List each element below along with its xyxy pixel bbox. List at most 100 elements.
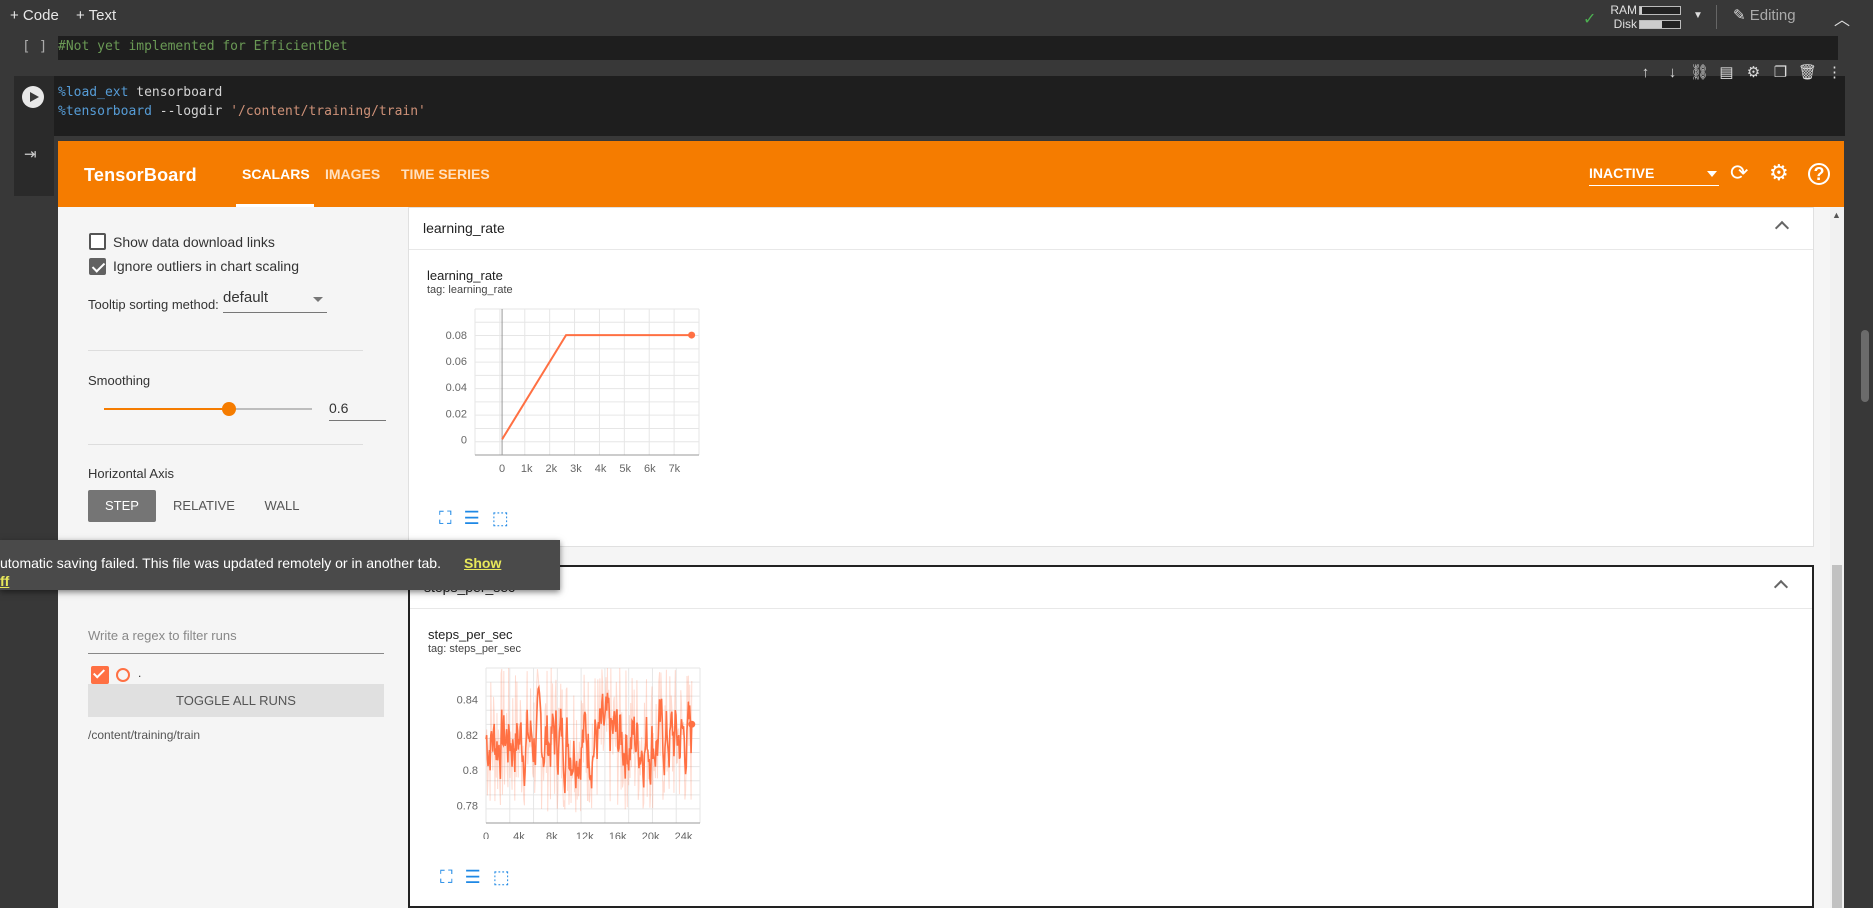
fullscreen-icon[interactable]: ⛶ <box>439 508 452 529</box>
card-header[interactable]: steps_per_sec <box>410 567 1812 609</box>
axis-wall-button[interactable]: WALL <box>252 490 312 522</box>
learning-rate-chart[interactable]: 0 1k 2k 3k 4k 5k 6k 7k 0 0.02 0.04 0.06 0.08 <box>423 300 713 480</box>
gear-icon[interactable]: ⚙ <box>1740 60 1767 86</box>
run-color-picker[interactable] <box>116 668 130 682</box>
fit-domain-icon[interactable]: ⬚ <box>493 867 510 888</box>
more-vert-icon[interactable]: ⋮ <box>1821 60 1848 86</box>
tensorboard-title: TensorBoard <box>84 165 197 185</box>
chart-tag: tag: learning_rate <box>427 284 513 296</box>
x-tick-label: 12k <box>576 831 594 839</box>
tab-time-series[interactable]: TIME SERIES <box>401 166 490 182</box>
code-cell-1[interactable]: [ ] #Not yet implemented for EfficientDe… <box>0 34 1873 64</box>
chart-actions: ⛶ ☰ ⬚ <box>439 508 509 529</box>
tab-images[interactable]: IMAGES <box>325 166 380 182</box>
smoothing-label: Smoothing <box>88 373 151 388</box>
y-tick-label: 0.8 <box>463 765 478 777</box>
plugin-select[interactable]: INACTIVE <box>1589 165 1719 186</box>
y-tick-label: 0.78 <box>457 800 478 812</box>
chart-title: steps_per_sec <box>428 627 513 642</box>
learning-rate-series-line <box>501 334 692 440</box>
run-checkbox[interactable] <box>91 666 109 684</box>
add-code-button[interactable]: + Code <box>10 7 59 24</box>
disk-label: Disk <box>1613 17 1637 31</box>
fullscreen-icon[interactable]: ⛶ <box>440 867 453 888</box>
cell-2-code[interactable]: %load_ext tensorboard %tensorboard --log… <box>54 76 1845 136</box>
x-tick-label: 3k <box>570 463 582 475</box>
fit-domain-icon[interactable]: ⬚ <box>492 508 509 529</box>
help-icon[interactable]: ? <box>1808 163 1830 185</box>
run-regex-input[interactable]: Write a regex to filter runs <box>88 627 384 654</box>
run-path: /content/training/train <box>88 728 201 742</box>
tooltip-sorting-value: default <box>223 289 269 306</box>
disk-bar <box>1639 20 1681 29</box>
comment-icon[interactable]: ▤ <box>1713 60 1740 86</box>
tooltip-sorting-label: Tooltip sorting method: <box>88 297 219 312</box>
y-tick-label: 0.04 <box>446 382 467 394</box>
move-down-icon[interactable]: ↓ <box>1659 60 1686 86</box>
show-download-links-checkbox[interactable] <box>89 233 106 250</box>
autosave-error-toast: utomatic saving failed. This file was up… <box>0 540 560 590</box>
plugin-select-value: INACTIVE <box>1589 165 1655 181</box>
x-tick-label: 16k <box>609 831 627 839</box>
smoothing-slider-handle[interactable] <box>222 402 236 416</box>
list-icon[interactable]: ☰ <box>465 867 481 888</box>
code-text: tensorboard <box>128 85 223 100</box>
chevron-down-icon[interactable]: ▼ <box>1693 10 1703 21</box>
delete-icon[interactable]: 🗑 <box>1794 60 1821 86</box>
chevron-up-icon[interactable] <box>1773 579 1789 595</box>
x-tick-label: 6k <box>644 463 656 475</box>
add-text-button[interactable]: + Text <box>76 7 116 24</box>
x-tick-label: 7k <box>669 463 681 475</box>
reload-icon[interactable]: ⟳ <box>1730 160 1748 186</box>
card-header-title: learning_rate <box>423 220 505 236</box>
x-tick-label: 0 <box>499 463 505 475</box>
y-tick-label: 0.02 <box>446 408 467 420</box>
x-tick-label: 2k <box>545 463 557 475</box>
colab-toolbar: + Code + Text ✓ RAM Disk ▼ ✎ Editing ︿ <box>0 0 1873 34</box>
toast-extra-link[interactable]: ff <box>0 573 9 589</box>
check-icon: ✓ <box>1583 11 1597 28</box>
x-tick-label: 4k <box>595 463 607 475</box>
link-icon[interactable]: ⛓ <box>1686 60 1713 86</box>
resource-monitor[interactable]: ✓ RAM Disk ▼ <box>1583 3 1723 31</box>
list-icon[interactable]: ☰ <box>464 508 480 529</box>
chart-actions: ⛶ ☰ ⬚ <box>440 867 510 888</box>
x-tick-label: 0 <box>483 831 489 839</box>
scroll-up-arrow-icon[interactable]: ▲ <box>1832 210 1841 220</box>
card-steps-per-sec: steps_per_sec steps_per_sec tag: steps_p… <box>408 565 1814 908</box>
y-tick-label: 0 <box>461 434 467 446</box>
toggle-all-runs-button[interactable]: TOGGLE ALL RUNS <box>88 684 384 717</box>
editing-label: Editing <box>1749 7 1796 24</box>
axis-relative-button[interactable]: RELATIVE <box>164 490 244 522</box>
ram-label: RAM <box>1610 3 1637 17</box>
tensorboard-frame: TensorBoard SCALARS IMAGES TIME SERIES I… <box>58 141 1844 908</box>
run-cell-button[interactable] <box>22 86 44 108</box>
chevron-up-icon[interactable] <box>1774 220 1790 236</box>
gear-icon[interactable]: ⚙ <box>1769 160 1789 186</box>
axis-step-button[interactable]: STEP <box>88 490 156 522</box>
cell-run-bracket[interactable]: [ ] <box>22 39 47 55</box>
tooltip-sorting-select[interactable]: default <box>223 289 327 313</box>
run-name: . <box>138 666 142 680</box>
mirror-cell-icon[interactable]: ❐ <box>1767 60 1794 86</box>
y-tick-label: 0.08 <box>446 330 467 342</box>
tab-scalars[interactable]: SCALARS <box>242 166 310 182</box>
steps-per-sec-chart[interactable]: 0 4k 8k 12k 16k 20k 24k 0.78 0.8 0.82 0.84 <box>424 659 714 839</box>
toast-show-link[interactable]: Show <box>464 555 501 571</box>
collapse-header-icon[interactable]: ︿ <box>1834 6 1850 30</box>
tensorboard-scrollbar-thumb[interactable] <box>1832 565 1842 908</box>
x-tick-label: 24k <box>675 831 693 839</box>
card-header[interactable]: learning_rate <box>409 208 1813 250</box>
notebook-scrollbar-thumb[interactable] <box>1861 330 1869 402</box>
cell-1-code[interactable]: #Not yet implemented for EfficientDet <box>58 36 1838 60</box>
ignore-outliers-checkbox[interactable] <box>89 258 106 275</box>
output-icon[interactable]: ⇥ <box>24 145 37 163</box>
smoothing-input[interactable]: 0.6 <box>329 397 386 421</box>
move-up-icon[interactable]: ↑ <box>1632 60 1659 86</box>
notebook-scrollbar[interactable] <box>1856 64 1873 908</box>
y-tick-label: 0.82 <box>457 730 478 742</box>
magic-load-ext: %load_ext <box>58 85 129 100</box>
editing-button[interactable]: ✎ Editing <box>1733 6 1796 24</box>
code-cell-2[interactable]: %load_ext tensorboard %tensorboard --log… <box>0 64 1873 196</box>
card-learning-rate: learning_rate learning_rate tag: learnin… <box>408 207 1814 547</box>
